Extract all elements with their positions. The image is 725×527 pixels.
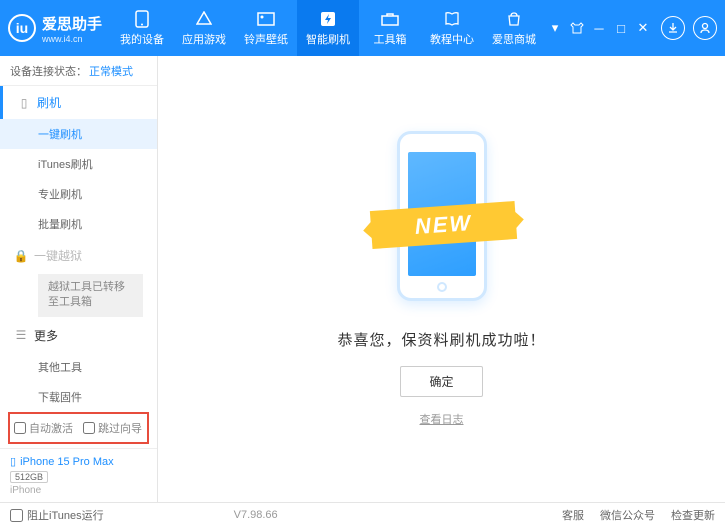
view-log-link[interactable]: 查看日志 (420, 411, 464, 427)
footer-support[interactable]: 客服 (562, 507, 584, 523)
menu-icon[interactable]: ▾ (545, 18, 565, 38)
new-ribbon: NEW (369, 201, 516, 249)
version-label: V7.98.66 (234, 509, 278, 521)
device-storage: 512GB (10, 471, 48, 483)
lock-icon: 🔒 (14, 249, 28, 263)
block-itunes-checkbox[interactable]: 阻止iTunes运行 (10, 507, 104, 523)
auto-activate-checkbox[interactable]: 自动激活 (14, 420, 73, 436)
nav-store[interactable]: 爱思商城 (483, 0, 545, 56)
menu-pro-flash[interactable]: 专业刷机 (0, 179, 157, 209)
device-icon: ▯ (10, 455, 16, 468)
minimize-icon[interactable]: ─ (589, 18, 609, 38)
main-content: NEW 恭喜您，保资料刷机成功啦！ 确定 查看日志 (158, 56, 725, 502)
logo: iu 爱思助手 www.i4.cn (8, 13, 111, 44)
menu-group-flash[interactable]: ▯刷机 (0, 86, 157, 119)
connection-status: 设备连接状态： 正常模式 (0, 56, 157, 86)
menu-download-firmware[interactable]: 下载固件 (0, 382, 157, 408)
app-name: 爱思助手 (42, 13, 102, 34)
store-icon (504, 10, 524, 28)
nav-ringtones[interactable]: 铃声壁纸 (235, 0, 297, 56)
menu-batch-flash[interactable]: 批量刷机 (0, 209, 157, 239)
device-info: ▯iPhone 15 Pro Max 512GB iPhone (0, 448, 157, 502)
options-box: 自动激活 跳过向导 (8, 412, 149, 444)
menu-group-more[interactable]: ☰更多 (0, 319, 157, 352)
jailbreak-note: 越狱工具已转移至工具箱 (38, 274, 143, 317)
ok-button[interactable]: 确定 (400, 366, 482, 397)
success-message: 恭喜您，保资料刷机成功啦！ (337, 329, 545, 350)
nav-apps[interactable]: 应用游戏 (173, 0, 235, 56)
device-name[interactable]: ▯iPhone 15 Pro Max (10, 455, 147, 468)
app-url: www.i4.cn (42, 34, 102, 44)
menu-group-jailbreak[interactable]: 🔒一键越狱 (0, 239, 157, 272)
book-icon (442, 10, 462, 28)
flash-icon (318, 10, 338, 28)
user-button[interactable] (693, 16, 717, 40)
footer: 阻止iTunes运行 V7.98.66 客服 微信公众号 检查更新 (0, 502, 725, 527)
phone-small-icon: ▯ (17, 96, 31, 110)
image-icon (256, 10, 276, 28)
footer-update[interactable]: 检查更新 (671, 507, 715, 523)
nav-flash[interactable]: 智能刷机 (297, 0, 359, 56)
nav-toolbox[interactable]: 工具箱 (359, 0, 421, 56)
toolbox-icon (380, 10, 400, 28)
header: iu 爱思助手 www.i4.cn 我的设备 应用游戏 铃声壁纸 智能刷机 工具… (0, 0, 725, 56)
top-nav: 我的设备 应用游戏 铃声壁纸 智能刷机 工具箱 教程中心 爱思商城 (111, 0, 545, 56)
menu-other-tools[interactable]: 其他工具 (0, 352, 157, 382)
device-type: iPhone (10, 485, 147, 496)
skip-guide-checkbox[interactable]: 跳过向导 (83, 420, 142, 436)
status-value: 正常模式 (89, 63, 133, 79)
success-illustration: NEW (377, 131, 507, 311)
maximize-icon[interactable]: □ (611, 18, 631, 38)
nav-tutorials[interactable]: 教程中心 (421, 0, 483, 56)
download-button[interactable] (661, 16, 685, 40)
window-controls: ▾ ─ □ ✕ (545, 16, 717, 40)
phone-icon (132, 10, 152, 28)
menu-one-click-flash[interactable]: 一键刷机 (0, 119, 157, 149)
footer-wechat[interactable]: 微信公众号 (600, 507, 655, 523)
menu-itunes-flash[interactable]: iTunes刷机 (0, 149, 157, 179)
nav-my-device[interactable]: 我的设备 (111, 0, 173, 56)
list-icon: ☰ (14, 328, 28, 342)
logo-icon: iu (8, 14, 36, 42)
close-icon[interactable]: ✕ (633, 18, 653, 38)
sidebar: 设备连接状态： 正常模式 ▯刷机 一键刷机 iTunes刷机 专业刷机 批量刷机… (0, 56, 158, 502)
apps-icon (194, 10, 214, 28)
skin-icon[interactable] (567, 18, 587, 38)
